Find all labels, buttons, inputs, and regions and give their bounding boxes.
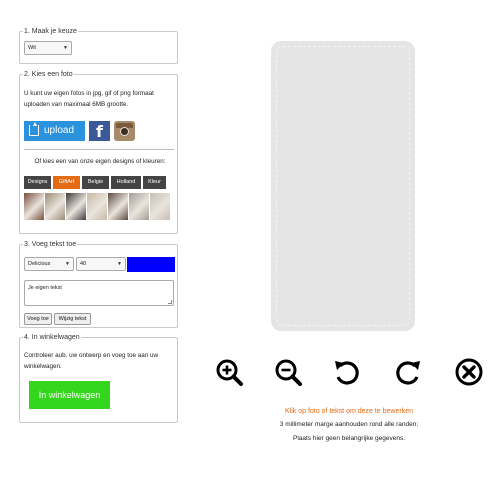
edit-hint: Klik op foto of tekst om deze te bewerke… [284,408,413,415]
size-value: 40 [80,261,87,267]
design-thumbnail[interactable] [87,193,107,220]
add-text-button[interactable]: Voeg toe [24,313,52,325]
design-tabs: Designs GiftArt Belgie Holland Kleur [24,176,166,189]
upload-icon [29,122,39,136]
instagram-button[interactable] [114,121,135,141]
upload-label: upload [44,125,75,136]
upload-description: U kunt uw eigen fotos in jpg, gif of png… [24,90,154,108]
designs-prompt: Of kies een van onze eigen designs of kl… [34,158,166,165]
design-thumbnail[interactable] [108,193,128,220]
step3-legend: 3. Voeg tekst toe [23,240,78,250]
design-thumbnail[interactable] [66,193,86,220]
font-select[interactable]: Delicious ▼ [24,257,74,271]
facebook-icon: f [96,122,103,141]
design-thumbnail[interactable] [24,193,44,220]
info-hint: Plaats hier geen belangrijke gegevens. [292,435,406,442]
text-color-picker[interactable] [127,257,175,272]
case-color-value: Wit [28,45,36,51]
delete-icon[interactable] [454,357,484,387]
zoom-out-icon[interactable] [273,357,303,387]
rotate-right-icon[interactable] [393,357,423,387]
tab-designs[interactable]: Designs [24,176,51,189]
resize-handle-icon[interactable] [168,300,172,304]
chevron-down-icon: ▼ [65,261,70,267]
step2-legend: 2. Kies een foto [23,70,74,80]
font-value: Delicious [28,261,51,267]
rotate-left-icon[interactable] [332,357,362,387]
divider [24,149,174,150]
zoom-in-icon[interactable] [214,357,244,387]
step4-legend: 4. In winkelwagen [23,333,81,343]
upload-button[interactable]: upload [24,121,85,141]
case-stitching [276,46,410,326]
chevron-down-icon: ▼ [117,261,122,267]
cart-description: Controleer aub. uw ontwerp en voeg toe a… [24,352,159,370]
margin-hint: 3 millimeter marge aanhouden rond alle r… [279,421,419,428]
step1-legend: 1. Maak je keuze [23,27,78,37]
size-select[interactable]: 40 ▼ [76,257,126,271]
step2-panel: 2. Kies een foto U kunt uw eigen fotos i… [19,70,178,234]
step4-panel: 4. In winkelwagen Controleer aub. uw ont… [19,333,178,423]
tab-kleur[interactable]: Kleur [143,176,166,189]
chevron-down-icon: ▼ [63,45,68,51]
design-thumbnail[interactable] [45,193,65,220]
edit-text-button[interactable]: Wijzig tekst [54,313,91,325]
design-thumbnail[interactable] [150,193,170,220]
tab-holland[interactable]: Holland [111,176,141,189]
facebook-button[interactable]: f [89,121,110,141]
case-color-select[interactable]: Wit ▼ [24,41,72,55]
design-thumbnail[interactable] [129,193,149,220]
custom-text-placeholder: Je eigen tekst [28,285,62,291]
design-thumbnails [24,193,170,220]
phone-case-preview[interactable] [271,41,415,331]
add-to-cart-button[interactable]: In winkelwagen [29,381,110,409]
step1-panel: 1. Maak je keuze Wit ▼ [19,27,178,64]
tab-belgie[interactable]: Belgie [82,176,109,189]
step3-panel: 3. Voeg tekst toe Delicious ▼ 40 ▼ Je ei… [19,240,178,328]
tab-giftart[interactable]: GiftArt [53,176,80,189]
custom-text-field[interactable]: Je eigen tekst [24,280,174,306]
